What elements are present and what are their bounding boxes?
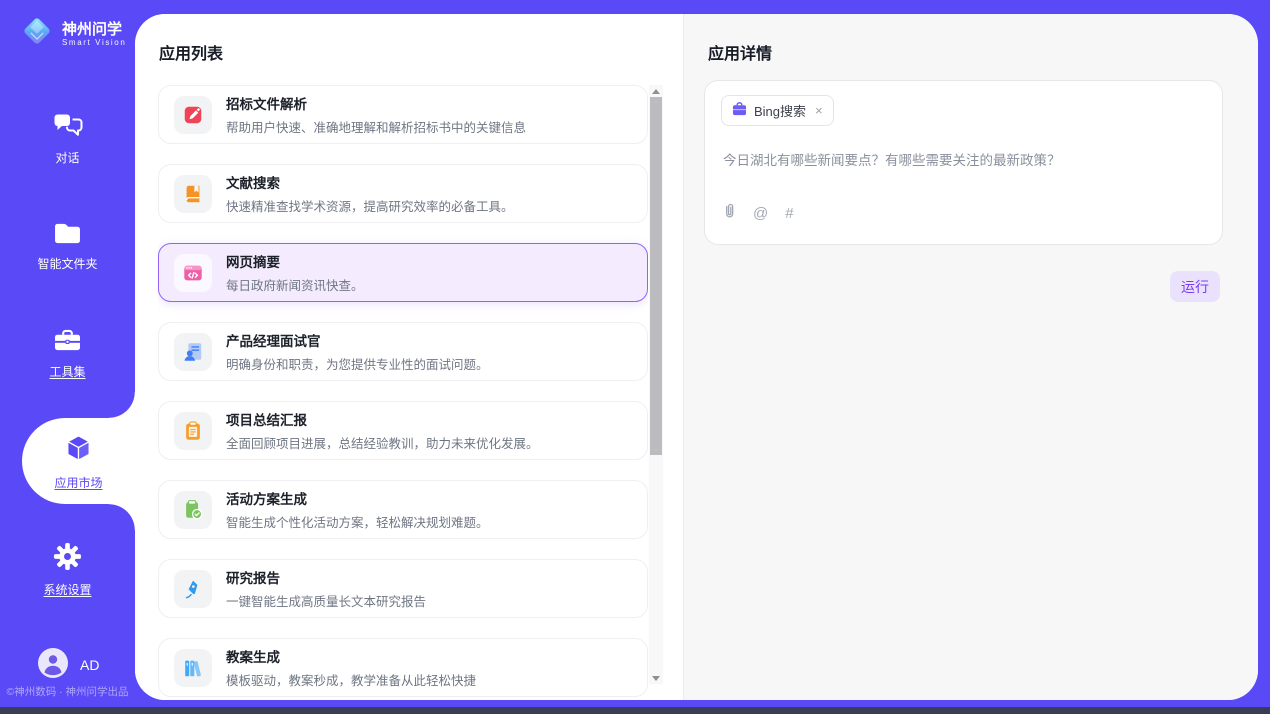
app-card[interactable]: 活动方案生成 智能生成个性化活动方案，轻松解决规划难题。 [158, 480, 648, 539]
app-card-description: 全面回顾项目进展，总结经验教训，助力未来优化发展。 [226, 433, 539, 452]
run-button[interactable]: 运行 [1170, 271, 1220, 302]
close-icon[interactable]: × [815, 103, 823, 118]
sidebar-item-settings[interactable]: 系统设置 [0, 542, 135, 598]
app-card[interactable]: 招标文件解析 帮助用户快速、准确地理解和解析招标书中的关键信息 [158, 85, 648, 144]
app-card-title: 产品经理面试官 [226, 330, 489, 350]
app-card[interactable]: 网页摘要 每日政府新闻资讯快查。 [158, 243, 648, 302]
copyright: ©神州数码 · 神州问学出品 [0, 684, 135, 699]
sidebar-item-label: 应用市场 [54, 474, 102, 491]
app-detail-title: 应用详情 [708, 40, 772, 64]
chat-icon [53, 126, 83, 143]
prompt-input[interactable]: 今日湖北有哪些新闻要点？有哪些需要关注的最新政策？ [723, 149, 1204, 169]
bottom-bar [0, 707, 1270, 714]
app-card-title: 项目总结汇报 [226, 409, 539, 429]
edit-document-icon [174, 96, 212, 134]
app-card-title: 教案生成 [226, 646, 476, 666]
briefcase-icon [732, 102, 747, 119]
app-card[interactable]: 产品经理面试官 明确身份和职责，为您提供专业性的面试问题。 [158, 322, 648, 381]
app-list: 招标文件解析 帮助用户快速、准确地理解和解析招标书中的关键信息 文献搜索 快速精… [158, 85, 648, 700]
app-card-title: 研究报告 [226, 567, 426, 587]
person-document-icon [174, 333, 212, 371]
app-card-description: 快速精准查找学术资源，提高研究效率的必备工具。 [226, 196, 514, 215]
app-list-panel: 应用列表 招标文件解析 帮助用户快速、准确地理解和解析招标书中的关键信息 文献搜… [135, 14, 683, 700]
app-card-description: 模板驱动，教案秒成，教学准备从此轻松快捷 [226, 670, 476, 689]
prompt-card: Bing搜索 × 今日湖北有哪些新闻要点？有哪些需要关注的最新政策？ @ # [704, 80, 1223, 245]
gear-icon [53, 558, 82, 575]
logo-subtitle: Smart Vision [62, 38, 126, 47]
app-card-title: 活动方案生成 [226, 488, 489, 508]
triangle-down-icon [652, 676, 660, 681]
app-card-description: 智能生成个性化活动方案，轻松解决规划难题。 [226, 512, 489, 531]
cube-icon [62, 432, 95, 470]
app-card-description: 每日政府新闻资讯快查。 [226, 275, 364, 294]
user-name: AD [80, 657, 99, 673]
logo-title: 神州问学 [62, 21, 126, 38]
app-card-description: 帮助用户快速、准确地理解和解析招标书中的关键信息 [226, 117, 526, 136]
sidebar: 神州问学 Smart Vision 对话 智能文件夹 [0, 0, 135, 714]
attachment-icon[interactable] [723, 202, 736, 224]
tool-tag-label: Bing搜索 [754, 101, 806, 120]
scrollbar-down-arrow[interactable] [649, 672, 663, 684]
app-card[interactable]: 研究报告 一键智能生成高质量长文本研究报告 [158, 559, 648, 618]
books-icon [174, 649, 212, 687]
sidebar-item-label: 智能文件夹 [0, 255, 135, 272]
sidebar-item-label: 系统设置 [0, 581, 135, 598]
pen-ink-icon [174, 570, 212, 608]
app-card-title: 文献搜索 [226, 172, 514, 192]
tool-tag-bing-search[interactable]: Bing搜索 × [721, 95, 834, 126]
sidebar-item-chat[interactable]: 对话 [0, 112, 135, 166]
browser-code-icon [174, 254, 212, 292]
folder-icon [53, 232, 82, 249]
app-card[interactable]: 项目总结汇报 全面回顾项目进展，总结经验教训，助力未来优化发展。 [158, 401, 648, 460]
scrollbar-thumb[interactable] [650, 97, 662, 455]
avatar [38, 648, 68, 681]
sidebar-item-label: 工具集 [0, 363, 135, 380]
app-card[interactable]: 文献搜索 快速精准查找学术资源，提高研究效率的必备工具。 [158, 164, 648, 223]
triangle-up-icon [652, 89, 660, 94]
hash-icon[interactable]: # [785, 206, 793, 221]
app-list-title: 应用列表 [159, 40, 223, 64]
clipboard-check-icon [174, 491, 212, 529]
app-detail-panel: 应用详情 Bing搜索 × 今日湖北有哪些新闻要点？有哪些需要关注的最新政策？ [683, 14, 1258, 700]
main-content: 应用列表 招标文件解析 帮助用户快速、准确地理解和解析招标书中的关键信息 文献搜… [135, 14, 1258, 700]
app-card-title: 招标文件解析 [226, 93, 526, 113]
clipboard-icon [174, 412, 212, 450]
app-window: 神州问学 Smart Vision 对话 智能文件夹 [0, 0, 1270, 714]
user-profile[interactable]: AD [38, 648, 99, 681]
sidebar-item-toolset[interactable]: 工具集 [0, 328, 135, 380]
app-list-scrollbar[interactable] [649, 85, 663, 684]
app-card-description: 明确身份和职责，为您提供专业性的面试问题。 [226, 354, 489, 373]
sidebar-item-app-market[interactable]: 应用市场 [22, 418, 135, 504]
sidebar-item-smart-folder[interactable]: 智能文件夹 [0, 222, 135, 272]
logo: 神州问学 Smart Vision [18, 12, 126, 55]
book-icon [174, 175, 212, 213]
sidebar-item-label: 对话 [0, 149, 135, 166]
app-card-title: 网页摘要 [226, 251, 364, 271]
app-card[interactable]: 教案生成 模板驱动，教案秒成，教学准备从此轻松快捷 [158, 638, 648, 697]
scrollbar-up-arrow[interactable] [649, 85, 663, 97]
app-card-description: 一键智能生成高质量长文本研究报告 [226, 591, 426, 610]
mention-icon[interactable]: @ [753, 206, 768, 221]
toolbox-icon [53, 340, 82, 357]
logo-diamond-icon [18, 12, 56, 55]
input-toolbar: @ # [723, 202, 794, 224]
